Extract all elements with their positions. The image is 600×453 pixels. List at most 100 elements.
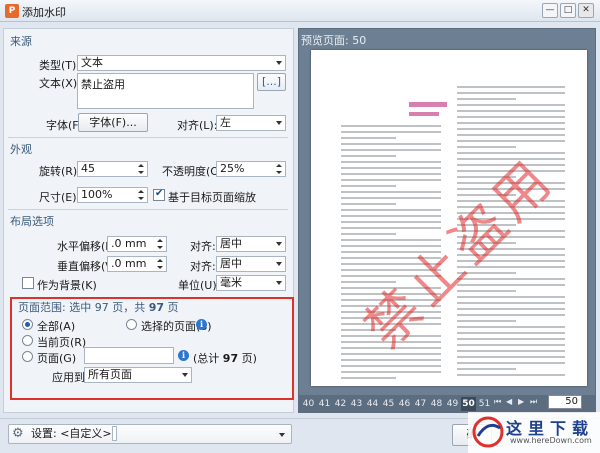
doc-text-line (457, 326, 565, 328)
minimize-button[interactable]: — (542, 3, 558, 18)
settings-select[interactable]: 设置: <自定义> (8, 424, 292, 444)
doc-text-line (341, 179, 441, 181)
doc-text-line (457, 122, 565, 124)
page-thumb-number[interactable]: 48 (429, 397, 444, 411)
doc-text-line (457, 110, 565, 112)
doc-text-line (341, 209, 441, 211)
doc-text-line (457, 338, 565, 340)
align-select[interactable]: 左 (216, 115, 286, 131)
gear-icon: ⚙ (12, 426, 24, 441)
doc-text-line (341, 173, 441, 175)
h-align-label: 对齐: (190, 240, 216, 253)
page-thumb-number[interactable]: 46 (397, 397, 412, 411)
page-number-input[interactable]: 50 (548, 395, 582, 409)
page-thumb-number[interactable]: 44 (365, 397, 380, 411)
doc-text-line (341, 377, 396, 379)
page-thumb-number[interactable]: 49 (445, 397, 460, 411)
window-title: 添加水印 (22, 6, 66, 19)
doc-text-line (457, 86, 565, 88)
doc-text-line (341, 137, 396, 139)
appearance-section-title: 外观 (10, 143, 32, 156)
doc-text-line (457, 302, 565, 304)
doc-text-line (457, 308, 565, 310)
doc-text-line (341, 131, 441, 133)
site-watermark-url: www.hereDown.com (510, 436, 592, 445)
page-thumb-number[interactable]: 43 (349, 397, 364, 411)
doc-text-line (457, 320, 517, 322)
page-thumb-number[interactable]: 40 (301, 397, 316, 411)
doc-text-line (457, 314, 565, 316)
doc-text-line (341, 365, 441, 367)
preview-page: 禁止盗用 (311, 50, 587, 386)
unit-select[interactable]: 毫米 (216, 275, 286, 291)
doc-text-line (457, 92, 565, 94)
layout-section-title: 布局选项 (10, 215, 54, 228)
doc-text-line (457, 356, 565, 358)
background-label: 作为背景(K) (37, 279, 97, 292)
background-checkbox[interactable] (22, 277, 34, 289)
type-label: 类型(T): (39, 59, 81, 72)
doc-text-line (341, 371, 441, 373)
doc-text-line (457, 344, 565, 346)
doc-text-line (457, 332, 565, 334)
font-button[interactable]: 字体(F)... (78, 113, 148, 132)
page-thumb-number[interactable]: 50 (461, 397, 476, 411)
type-select[interactable]: 文本 (77, 55, 286, 71)
h-offset-spinbox[interactable]: .0 mm (107, 236, 167, 252)
rotation-spinbox[interactable]: 45 (77, 161, 148, 177)
first-page-icon[interactable]: ⏮ (494, 397, 501, 407)
doc-text-line (341, 167, 441, 169)
page-thumb-number[interactable]: 47 (413, 397, 428, 411)
doc-text-line (457, 350, 565, 352)
page-thumb-number[interactable]: 42 (333, 397, 348, 411)
h-align-select[interactable]: 居中 (216, 236, 286, 252)
doc-text-line (457, 296, 565, 298)
maximize-button[interactable]: □ (560, 3, 576, 18)
doc-heading-mark (409, 112, 439, 116)
watermark-text-field[interactable]: 禁止盗用 (77, 73, 254, 109)
prev-page-icon[interactable]: ◀ (506, 397, 512, 406)
v-offset-spinbox[interactable]: .0 mm (107, 256, 167, 272)
site-logo-icon (472, 416, 504, 448)
doc-text-line (457, 362, 565, 364)
doc-text-line (457, 98, 517, 100)
doc-text-line (341, 161, 441, 163)
source-section-title: 来源 (10, 35, 32, 48)
opacity-spinbox[interactable]: 25% (216, 161, 286, 177)
preview-title: 预览页面: 50 (301, 34, 367, 47)
v-align-select[interactable]: 居中 (216, 256, 286, 272)
doc-text-line (457, 104, 565, 106)
doc-text-line (341, 215, 441, 217)
pdf-app-icon: P (5, 4, 19, 18)
page-thumb-number[interactable]: 41 (317, 397, 332, 411)
page-thumb-number[interactable]: 51 (477, 397, 492, 411)
doc-text-line (457, 128, 565, 130)
v-align-label: 对齐: (190, 260, 216, 273)
size-spinbox[interactable]: 100% (77, 187, 148, 203)
title-bar (0, 0, 600, 22)
text-label: 文本(X): (39, 77, 81, 90)
doc-text-line (341, 233, 396, 235)
align-label: 对齐(L): (177, 119, 218, 132)
separator (8, 137, 288, 138)
doc-text-line (457, 368, 517, 370)
scale-to-page-label: 基于目标页面缩放 (168, 191, 256, 204)
page-thumb-number[interactable]: 45 (381, 397, 396, 411)
highlight-box (10, 297, 294, 400)
rotation-label: 旋转(R): (39, 165, 81, 178)
doc-text-line (341, 125, 441, 127)
next-page-icon[interactable]: ▶ (518, 397, 524, 406)
scale-to-page-checkbox[interactable] (153, 188, 165, 201)
unit-label: 单位(U): (178, 279, 221, 292)
doc-text-line (457, 374, 565, 376)
doc-text-line (341, 155, 396, 157)
doc-text-line (341, 197, 441, 199)
macro-button[interactable]: [...] (257, 73, 286, 91)
close-button[interactable]: ✕ (578, 3, 594, 18)
separator (8, 209, 288, 210)
doc-heading-mark (409, 102, 447, 107)
doc-text-line (457, 134, 565, 136)
doc-text-line (341, 203, 396, 205)
last-page-icon[interactable]: ⏭ (530, 397, 537, 407)
doc-text-line (341, 143, 441, 145)
